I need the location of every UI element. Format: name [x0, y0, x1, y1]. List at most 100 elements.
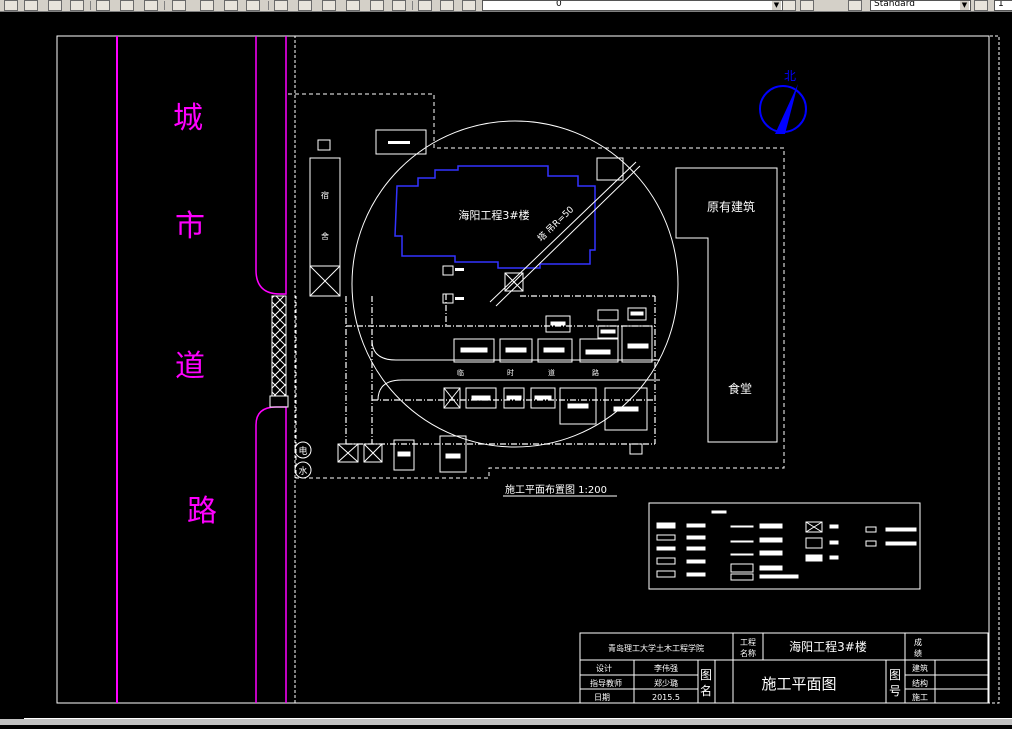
site-boundary [288, 93, 785, 479]
water-label: 水 [298, 465, 307, 477]
school-name: 青岛理工大学土木工程学院 [608, 643, 704, 653]
dorm-char-1: 宿 [321, 190, 329, 200]
plan-title: 施工平面布置图 1:200 [505, 483, 607, 496]
crane-label: 塔 吊R=50 [535, 203, 577, 244]
dim-style-icon[interactable] [974, 0, 988, 11]
site-gate [271, 295, 287, 397]
shed-row-bottom [443, 387, 648, 431]
hydrant-1-label [455, 268, 464, 271]
redo-icon[interactable] [246, 0, 260, 11]
crane-counterweight [596, 157, 624, 181]
dorm-char-2: 舍 [321, 231, 329, 241]
text-style-combo[interactable]: Standard ▼ [870, 0, 971, 11]
drawing-name: 施工平面图 [761, 675, 836, 693]
legend-items [656, 510, 917, 581]
building-label: 海阳工程3#楼 [458, 208, 529, 222]
chevron-down-icon[interactable]: ▼ [960, 1, 969, 10]
utility-lines [345, 296, 655, 445]
save-icon[interactable] [48, 0, 62, 11]
crane-boom-1 [489, 161, 637, 303]
dim-scale-combo[interactable]: 1 [994, 0, 1012, 11]
hydrant-1 [442, 265, 454, 276]
match-prop-icon[interactable] [200, 0, 214, 11]
zoom-realtime-icon[interactable] [298, 0, 312, 11]
project-label-2: 名称 [740, 648, 756, 658]
cut-icon[interactable] [120, 0, 134, 11]
right-item-3: 施工 [912, 692, 928, 702]
hydrant-2-label [455, 297, 464, 300]
toolbar-separator [268, 1, 269, 10]
new-icon[interactable] [4, 0, 18, 11]
north-label: 北 [784, 69, 796, 83]
toolbar-separator [412, 1, 413, 10]
zoom-window-icon[interactable] [322, 0, 336, 11]
north-arrow [775, 84, 798, 134]
project-name: 海阳工程3#楼 [789, 639, 867, 654]
design-label: 设计 [596, 663, 612, 673]
markup-icon[interactable] [462, 0, 476, 11]
road-char-3: 道 [175, 349, 205, 384]
drawing-svg: 城 市 道 路 海阳工程3#楼 塔 吊R=50 宿 舍 临 时 道 路 电 水 … [0, 35, 1012, 725]
standard-toolbar: 0 ▼ Standard ▼ 1 [0, 0, 1012, 12]
temp-road-char-3: 道 [548, 368, 555, 377]
date-value: 2015.5 [652, 693, 680, 702]
temp-road-char-4: 路 [592, 368, 599, 377]
utility-boxes [337, 435, 643, 473]
project-label-1: 工程 [740, 638, 756, 647]
road-curb-upper [255, 36, 287, 295]
layer-previous-icon[interactable] [800, 0, 814, 11]
hydrant-2 [442, 293, 454, 304]
paste-icon[interactable] [172, 0, 186, 11]
text-style-combo-value: Standard [874, 0, 915, 9]
existing-building-label: 原有建筑 [707, 199, 755, 214]
dormitory [309, 157, 341, 297]
gate-post [269, 395, 289, 408]
dorm-small-box [317, 139, 331, 151]
date-label: 日期 [594, 693, 610, 702]
grade-label-1: 成 [914, 637, 922, 647]
text-style-icon[interactable] [848, 0, 862, 11]
layer-states-icon[interactable] [782, 0, 796, 11]
pan-icon[interactable] [274, 0, 288, 11]
toolbar-separator [90, 1, 91, 10]
toolbar-separator [164, 1, 165, 10]
site-outer-dashed [294, 35, 1000, 704]
chevron-down-icon[interactable]: ▼ [772, 1, 781, 10]
grade-label-2: 绩 [914, 648, 922, 658]
right-item-2: 结构 [912, 678, 928, 688]
drawing-label-1: 图 [700, 668, 712, 682]
guard-house-label-bar [388, 141, 410, 144]
road-curb-lower [255, 406, 287, 703]
canteen-label: 食堂 [728, 381, 752, 396]
undo-icon[interactable] [224, 0, 238, 11]
right-item-1: 建筑 [912, 663, 928, 673]
road-char-2: 市 [175, 209, 205, 244]
scroll-strip[interactable] [0, 719, 1012, 725]
designer-name: 李伟强 [654, 663, 678, 673]
drawing-label-2: 名 [700, 683, 712, 698]
temp-road-char-1: 临 [457, 368, 464, 377]
temp-road-char-2: 时 [507, 368, 514, 377]
preview-icon[interactable] [96, 0, 110, 11]
number-label-1: 图 [889, 668, 901, 682]
advisor-name: 郑少璐 [654, 678, 678, 688]
tool-palettes-icon[interactable] [418, 0, 432, 11]
copy-icon[interactable] [144, 0, 158, 11]
road-char-1: 城 [173, 101, 203, 136]
layer-combo-value: 0 [556, 0, 562, 9]
open-icon[interactable] [24, 0, 38, 11]
dim-scale-combo-value: 1 [998, 0, 1004, 9]
road-char-4: 路 [187, 494, 217, 529]
number-label-2: 号 [889, 684, 901, 698]
zoom-prev-icon[interactable] [346, 0, 360, 11]
sheet-bottom-edge [24, 718, 1012, 719]
print-icon[interactable] [70, 0, 84, 11]
properties-icon[interactable] [370, 0, 384, 11]
sheet-set-icon[interactable] [440, 0, 454, 11]
advisor-label: 指导教师 [590, 678, 622, 688]
electric-label: 电 [298, 445, 307, 457]
drawing-canvas[interactable]: 城 市 道 路 海阳工程3#楼 塔 吊R=50 宿 舍 临 时 道 路 电 水 … [0, 12, 1012, 725]
design-center-icon[interactable] [392, 0, 406, 11]
shed-row-top [453, 307, 653, 363]
layer-combo[interactable]: 0 ▼ [482, 0, 783, 11]
